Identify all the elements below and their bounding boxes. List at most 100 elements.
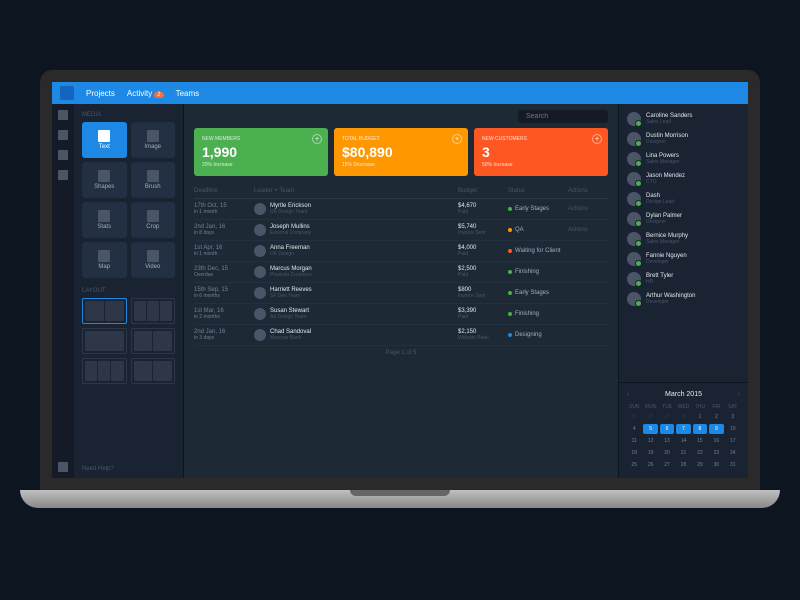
member-item[interactable]: Caroline SandersSales Lead [627, 112, 740, 126]
calendar-day[interactable]: 31 [726, 460, 740, 470]
calendar-day[interactable]: 14 [676, 436, 690, 446]
layout-option[interactable] [82, 328, 127, 354]
next-month-icon[interactable]: › [738, 391, 740, 398]
tool-image[interactable]: Image [131, 122, 176, 158]
calendar-day[interactable]: 28 [676, 412, 690, 422]
lock-icon[interactable] [58, 170, 68, 180]
calendar-day[interactable]: 3 [726, 412, 740, 422]
calendar-day[interactable]: 12 [643, 436, 657, 446]
help-link[interactable]: Need Help? [82, 466, 114, 472]
calendar-day[interactable]: 17 [726, 436, 740, 446]
search-input[interactable] [518, 110, 608, 123]
nav-projects[interactable]: Projects [86, 89, 115, 98]
nav-activity[interactable]: Activity2 [127, 89, 164, 98]
video-icon [147, 250, 159, 262]
table-pager[interactable]: Page 1 of 5 [194, 346, 608, 360]
calendar-day[interactable]: 21 [676, 448, 690, 458]
calendar-day[interactable]: 9 [709, 424, 723, 434]
calendar-day[interactable]: 25 [627, 460, 641, 470]
tool-video[interactable]: Video [131, 242, 176, 278]
calendar-day[interactable]: 6 [660, 424, 674, 434]
table-row[interactable]: 2nd Jan, 16in 3 daysChad SandovalMoscow … [194, 325, 608, 346]
table-row[interactable]: 2nd Jan, 16in 8 daysJoseph MullinsExtern… [194, 220, 608, 241]
card-trend: 50% Increase [482, 162, 600, 168]
layout-option[interactable] [131, 358, 176, 384]
prev-month-icon[interactable]: ‹ [627, 391, 629, 398]
stat-card[interactable]: +New Members1,99020% Increase [194, 128, 328, 176]
member-item[interactable]: Brett TylerHR [627, 272, 740, 286]
avatar [254, 287, 266, 299]
member-item[interactable]: Dustin MorrisonDesigner [627, 132, 740, 146]
tool-label: Video [145, 264, 160, 270]
calendar-day-header: Mon [643, 404, 657, 410]
calendar-day[interactable]: 22 [693, 448, 707, 458]
calendar-day[interactable]: 25 [627, 412, 641, 422]
avatar [627, 192, 641, 206]
icon-sidebar [52, 104, 74, 478]
calendar-day[interactable]: 13 [660, 436, 674, 446]
stat-card[interactable]: +Total Budget$80,89015% Decrease [334, 128, 468, 176]
cursor-icon[interactable] [58, 110, 68, 120]
layout-picker [82, 298, 175, 384]
calendar-day[interactable]: 1 [693, 412, 707, 422]
card-value: $80,890 [342, 144, 460, 160]
nav-teams[interactable]: Teams [176, 89, 200, 98]
table-row[interactable]: 23th Dec, 15OverdueMarcus MorganPinacola… [194, 262, 608, 283]
member-item[interactable]: Jason MendezCTO [627, 172, 740, 186]
cut-icon[interactable] [58, 150, 68, 160]
layout-option[interactable] [131, 328, 176, 354]
avatar [627, 272, 641, 286]
calendar-day[interactable]: 23 [709, 448, 723, 458]
calendar-day[interactable]: 5 [643, 424, 657, 434]
stat-card[interactable]: +New Customers350% Increase [474, 128, 608, 176]
tool-shapes[interactable]: Shapes [82, 162, 127, 198]
tool-label: Brush [145, 184, 161, 190]
member-item[interactable]: Dylan PalmerDesigner [627, 212, 740, 226]
tool-brush[interactable]: Brush [131, 162, 176, 198]
tool-crop[interactable]: Crop [131, 202, 176, 238]
calendar-day[interactable]: 10 [726, 424, 740, 434]
calendar-day[interactable]: 27 [660, 460, 674, 470]
grid-icon[interactable] [58, 462, 68, 472]
layout-option[interactable] [131, 298, 176, 324]
calendar-day[interactable]: 18 [627, 448, 641, 458]
calendar-day[interactable]: 16 [709, 436, 723, 446]
calendar-day[interactable]: 24 [726, 448, 740, 458]
tool-text[interactable]: Text [82, 122, 127, 158]
calendar-day[interactable]: 20 [660, 448, 674, 458]
table-row[interactable]: 1st Mar, 16in 2 monthsSusan StewartAd De… [194, 304, 608, 325]
calendar-day[interactable]: 15 [693, 436, 707, 446]
tool-map[interactable]: Map [82, 242, 127, 278]
calendar-day-header: Tue [660, 404, 674, 410]
shapes-icon [98, 170, 110, 182]
crop-icon [147, 210, 159, 222]
layout-option[interactable] [82, 358, 127, 384]
member-item[interactable]: Lina PowersSales Manager [627, 152, 740, 166]
calendar-day[interactable]: 19 [643, 448, 657, 458]
layout-option[interactable] [82, 298, 127, 324]
calendar-day-header: Fri [709, 404, 723, 410]
calendar-day[interactable]: 4 [627, 424, 641, 434]
calendar-day[interactable]: 27 [660, 412, 674, 422]
calendar-day[interactable]: 7 [676, 424, 690, 434]
calendar-day[interactable]: 30 [709, 460, 723, 470]
member-item[interactable]: Bernice MurphySales Manager [627, 232, 740, 246]
app-logo-icon[interactable] [60, 86, 74, 100]
calendar-day[interactable]: 11 [627, 436, 641, 446]
member-item[interactable]: DashDesign Lead [627, 192, 740, 206]
table-row[interactable]: 15th Sep, 15in 6 monthsHarriett ReevesSF… [194, 283, 608, 304]
table-row[interactable]: 17th Oct, 15in 1 monthMyrtle EricksonUK … [194, 199, 608, 220]
member-item[interactable]: Arthur WashingtonDeveloper [627, 292, 740, 306]
calendar-day[interactable]: 8 [693, 424, 707, 434]
calendar-day[interactable]: 2 [709, 412, 723, 422]
calendar-day[interactable]: 28 [676, 460, 690, 470]
edit-icon[interactable] [58, 130, 68, 140]
activity-badge: 2 [154, 92, 163, 98]
member-item[interactable]: Fannie NguyenDeveloper [627, 252, 740, 266]
avatar [254, 203, 266, 215]
table-row[interactable]: 1st Apr, 16in 1 monthAnna FreemanUK Desi… [194, 241, 608, 262]
calendar-day[interactable]: 26 [643, 412, 657, 422]
calendar-day[interactable]: 26 [643, 460, 657, 470]
tool-stats[interactable]: Stats [82, 202, 127, 238]
calendar-day[interactable]: 29 [693, 460, 707, 470]
